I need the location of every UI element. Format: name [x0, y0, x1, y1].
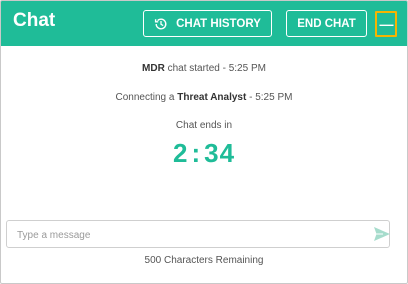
end-chat-button[interactable]: END CHAT [286, 10, 367, 37]
timer-minutes: 2 [172, 138, 189, 168]
more-icon: — [379, 16, 394, 32]
history-icon [154, 17, 168, 31]
characters-remaining: 500 Characters Remaining [144, 255, 264, 266]
chat-history-label: CHAT HISTORY [176, 17, 261, 30]
chat-panel: Chat CHAT HISTORY END CHAT — MDR chat st… [0, 0, 408, 284]
send-icon[interactable] [373, 226, 391, 242]
chat-service-name: MDR [142, 63, 165, 74]
end-chat-label: END CHAT [297, 17, 356, 30]
timer-separator: : [191, 138, 202, 168]
message-composer [6, 220, 390, 248]
timer-seconds: 34 [204, 138, 236, 168]
countdown-timer: 2:34 [1, 138, 407, 169]
connecting-message: Connecting a Threat Analyst - 5:25 PM [1, 92, 407, 103]
chat-header: Chat CHAT HISTORY END CHAT — [1, 1, 407, 46]
chat-ends-label: Chat ends in [175, 120, 233, 131]
agent-role: Threat Analyst [177, 92, 247, 103]
connecting-time: - 5:25 PM [246, 92, 293, 103]
chat-started-text: chat started - 5:25 PM [164, 63, 266, 74]
more-options-button[interactable]: — [375, 11, 397, 37]
message-input[interactable] [15, 225, 359, 245]
chat-started-message: MDR chat started - 5:25 PM [1, 63, 407, 74]
chat-history-button[interactable]: CHAT HISTORY [143, 10, 272, 37]
connecting-prefix: Connecting a [115, 92, 178, 103]
chat-title: Chat [13, 10, 56, 31]
